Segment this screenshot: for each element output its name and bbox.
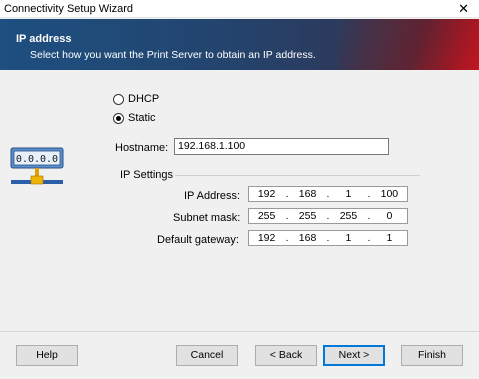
cancel-button[interactable]: Cancel <box>176 345 238 366</box>
dhcp-radio[interactable]: DHCP <box>113 93 159 105</box>
subnet-mask-label: Subnet mask: <box>173 212 241 224</box>
back-button[interactable]: < Back <box>255 345 317 366</box>
gw-octet-1[interactable]: 192 <box>249 232 284 244</box>
group-divider <box>175 175 420 176</box>
mask-octet-4[interactable]: 0 <box>372 210 407 222</box>
finish-button[interactable]: Finish <box>401 345 463 366</box>
wizard-banner: IP address Select how you want the Print… <box>0 19 479 70</box>
static-radio[interactable]: Static <box>113 112 156 124</box>
ip-octet-3[interactable]: 1 <box>331 188 366 200</box>
dhcp-radio-indicator[interactable] <box>113 93 124 105</box>
ip-octet-1[interactable]: 192 <box>249 188 284 200</box>
default-gateway-input[interactable]: 192. 168. 1. 1 <box>248 230 408 246</box>
hostname-label: Hostname: <box>115 142 169 154</box>
ip-settings-group-label: IP Settings <box>120 169 173 181</box>
icon-ip-text: 0.0.0.0 <box>16 154 58 165</box>
subnet-mask-input[interactable]: 255. 255. 255. 0 <box>248 208 408 224</box>
mask-octet-3[interactable]: 255 <box>331 210 366 222</box>
mask-octet-1[interactable]: 255 <box>249 210 284 222</box>
ip-address-input[interactable]: 192. 168. 1. 100 <box>248 186 408 202</box>
banner-subheading: Select how you want the Print Server to … <box>30 49 316 61</box>
hostname-input[interactable]: 192.168.1.100 <box>174 138 389 155</box>
static-radio-indicator[interactable] <box>113 112 124 124</box>
static-radio-label: Static <box>128 112 156 124</box>
banner-accent <box>339 19 479 70</box>
window-title: Connectivity Setup Wizard <box>4 3 133 15</box>
banner-heading: IP address <box>16 33 72 45</box>
dhcp-radio-label: DHCP <box>128 93 160 105</box>
gw-octet-2[interactable]: 168 <box>290 232 325 244</box>
ip-address-label: IP Address: <box>184 190 241 202</box>
footer-divider <box>0 331 479 332</box>
network-printer-icon: 0.0.0.0 <box>10 147 64 185</box>
close-icon[interactable]: ✕ <box>458 1 469 17</box>
ip-octet-4[interactable]: 100 <box>372 188 407 200</box>
next-button[interactable]: Next > <box>323 345 385 366</box>
gw-octet-4[interactable]: 1 <box>372 232 407 244</box>
help-button[interactable]: Help <box>16 345 78 366</box>
default-gateway-label: Default gateway: <box>157 234 239 246</box>
title-bar: Connectivity Setup Wizard ✕ <box>0 0 479 18</box>
ip-octet-2[interactable]: 168 <box>290 188 325 200</box>
mask-octet-2[interactable]: 255 <box>290 210 325 222</box>
gw-octet-3[interactable]: 1 <box>331 232 366 244</box>
